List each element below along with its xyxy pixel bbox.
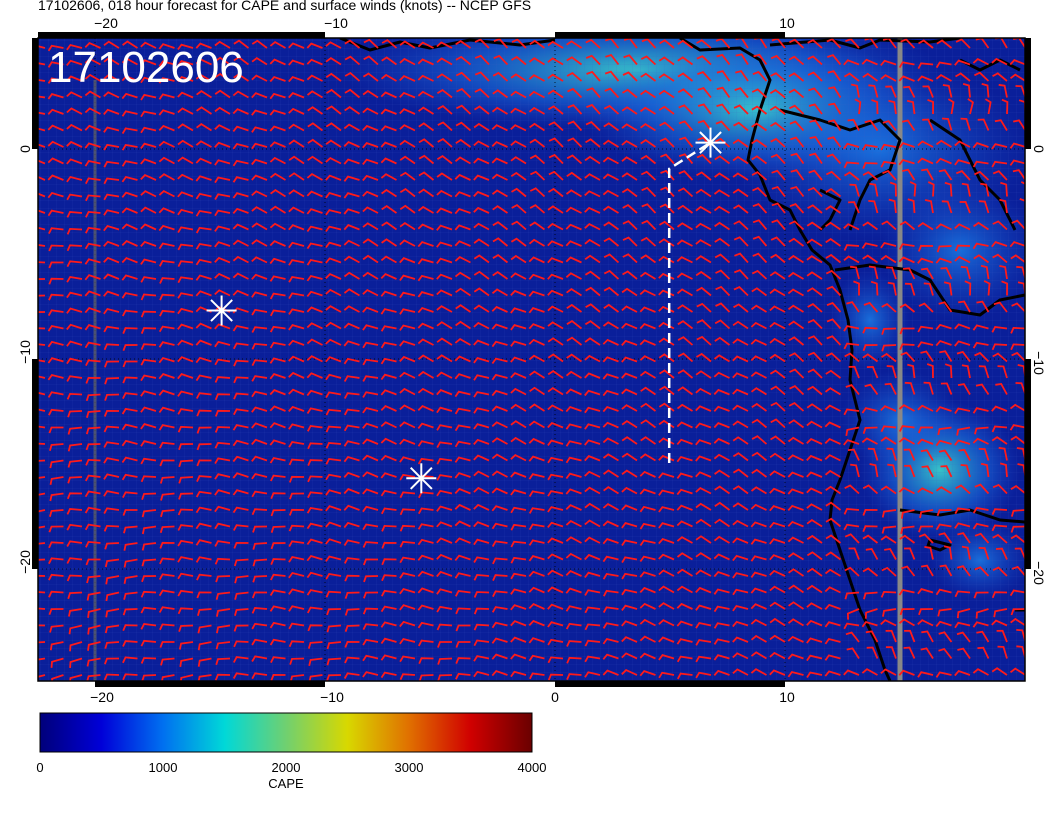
- x-tick-bottom-3: 0: [551, 689, 559, 705]
- y-tick-left-3: −20: [17, 550, 33, 574]
- colorbar-label-0: 0: [36, 760, 44, 775]
- storm-marker: [695, 127, 726, 158]
- date-stamp: 17102606: [48, 43, 244, 92]
- cape-field: 17102606: [38, 38, 1025, 681]
- x-tick-top-1: −20: [94, 15, 118, 31]
- colorbar: [39, 712, 533, 753]
- x-tick-bottom-4: 10: [779, 689, 795, 705]
- colorbar-label-3000: 3000: [394, 760, 424, 775]
- x-tick-top-4: 10: [779, 15, 795, 31]
- storm-marker: [206, 295, 237, 326]
- y-tick-right-1: 0: [1031, 145, 1047, 153]
- x-tick-bottom-2: −10: [320, 689, 344, 705]
- y-tick-left-2: −10: [17, 340, 33, 364]
- colorbar-label-1000: 1000: [148, 760, 178, 775]
- storm-marker: [406, 463, 437, 494]
- colorbar-title: CAPE: [268, 776, 304, 791]
- colorbar-label-4000: 4000: [517, 760, 547, 775]
- y-tick-left-1: 0: [17, 145, 33, 153]
- colorbar-label-2000: 2000: [271, 760, 301, 775]
- y-tick-right-3: −20: [1031, 561, 1047, 585]
- y-tick-right-2: −10: [1031, 351, 1047, 375]
- x-tick-bottom-1: −20: [90, 689, 114, 705]
- x-tick-top-2: −10: [324, 15, 348, 31]
- cape-wind-map: 17102606 −20 −10 10 −20 −10 0 10 0 −10 −…: [17, 15, 1047, 753]
